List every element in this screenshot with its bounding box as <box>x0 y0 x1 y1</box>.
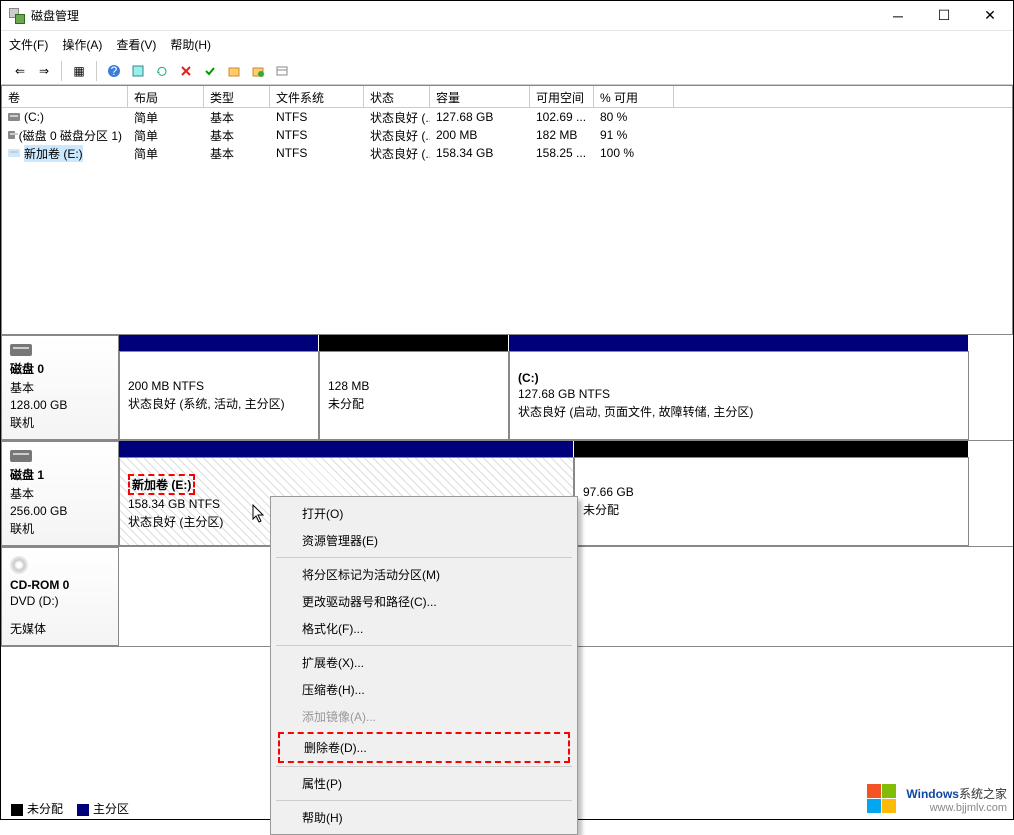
folder2-button[interactable] <box>247 60 269 82</box>
view-button[interactable]: ▦ <box>68 60 90 82</box>
col-type[interactable]: 类型 <box>204 86 270 108</box>
partition-box[interactable]: (C:)127.68 GB NTFS状态良好 (启动, 页面文件, 故障转储, … <box>509 351 969 440</box>
volume-icon <box>8 113 20 121</box>
list-button[interactable] <box>271 60 293 82</box>
refresh-button[interactable] <box>151 60 173 82</box>
back-button[interactable]: ⇐ <box>9 60 31 82</box>
col-free[interactable]: 可用空间 <box>530 86 594 108</box>
legend-primary-swatch <box>77 804 89 816</box>
volume-icon <box>8 149 20 157</box>
context-menu-item[interactable]: 更改驱动器号和路径(C)... <box>274 588 574 615</box>
window-title: 磁盘管理 <box>31 7 875 24</box>
forward-button[interactable]: ⇒ <box>33 60 55 82</box>
menu-file[interactable]: 文件(F) <box>9 36 48 53</box>
partition-box[interactable]: 200 MB NTFS状态良好 (系统, 活动, 主分区) <box>119 351 319 440</box>
table-header: 卷 布局 类型 文件系统 状态 容量 可用空间 % 可用 <box>2 86 1012 108</box>
toolbar: ⇐ ⇒ ▦ ? <box>1 57 1013 85</box>
table-row[interactable]: (C:) 简单 基本 NTFS 状态良好 (... 127.68 GB 102.… <box>2 108 1012 126</box>
watermark: Windows系统之家 www.bjjmlv.com <box>864 781 1007 817</box>
table-body: (C:) 简单 基本 NTFS 状态良好 (... 127.68 GB 102.… <box>2 108 1012 334</box>
disk-label[interactable]: 磁盘 1 基本 256.00 GB 联机 <box>1 441 119 546</box>
table-row[interactable]: 新加卷 (E:) 简单 基本 NTFS 状态良好 (... 158.34 GB … <box>2 144 1012 162</box>
legend-unalloc-label: 未分配 <box>27 802 63 816</box>
context-menu-item[interactable]: 扩展卷(X)... <box>274 649 574 676</box>
legend-unalloc-swatch <box>11 804 23 816</box>
folder-button[interactable] <box>223 60 245 82</box>
partition-box[interactable]: 97.66 GB未分配 <box>574 457 969 546</box>
col-fs[interactable]: 文件系统 <box>270 86 364 108</box>
col-volume[interactable]: 卷 <box>2 86 128 108</box>
dvd-icon <box>10 556 28 574</box>
volume-icon <box>8 131 15 139</box>
props-button[interactable] <box>127 60 149 82</box>
disk-icon <box>10 344 32 356</box>
menu-action[interactable]: 操作(A) <box>62 36 102 53</box>
close-button[interactable]: ✕ <box>967 1 1013 31</box>
context-menu-item[interactable]: 压缩卷(H)... <box>274 676 574 703</box>
table-row[interactable]: (磁盘 0 磁盘分区 1) 简单 基本 NTFS 状态良好 (... 200 M… <box>2 126 1012 144</box>
watermark-suffix: 系统之家 <box>959 787 1007 801</box>
watermark-brand: Windows <box>906 787 959 801</box>
context-menu: 打开(O)资源管理器(E) 将分区标记为活动分区(M)更改驱动器号和路径(C)..… <box>270 496 578 835</box>
col-capacity[interactable]: 容量 <box>430 86 530 108</box>
disk-label[interactable]: 磁盘 0 基本 128.00 GB 联机 <box>1 335 119 440</box>
svg-text:?: ? <box>111 64 118 78</box>
menu-view[interactable]: 查看(V) <box>116 36 156 53</box>
partition-box[interactable]: 128 MB未分配 <box>319 351 509 440</box>
col-layout[interactable]: 布局 <box>128 86 204 108</box>
titlebar: 磁盘管理 ─ ☐ ✕ <box>1 1 1013 31</box>
disk-mgmt-icon <box>9 8 25 24</box>
context-menu-item[interactable]: 属性(P) <box>274 770 574 797</box>
disk-label[interactable]: CD-ROM 0 DVD (D:) 无媒体 <box>1 547 119 646</box>
col-pct[interactable]: % 可用 <box>594 86 674 108</box>
help-icon[interactable]: ? <box>103 60 125 82</box>
col-status[interactable]: 状态 <box>364 86 430 108</box>
context-menu-item[interactable]: 帮助(H) <box>274 804 574 831</box>
watermark-url: www.bjjmlv.com <box>906 802 1007 814</box>
context-menu-item[interactable]: 打开(O) <box>274 500 574 527</box>
context-menu-item[interactable]: 资源管理器(E) <box>274 527 574 554</box>
windows-logo-icon <box>864 781 900 817</box>
context-menu-item: 添加镜像(A)... <box>274 703 574 730</box>
minimize-button[interactable]: ─ <box>875 1 921 31</box>
delete-button[interactable] <box>175 60 197 82</box>
disk-row: 磁盘 0 基本 128.00 GB 联机 200 MB NTFS状态良好 (系统… <box>1 335 1013 441</box>
maximize-button[interactable]: ☐ <box>921 1 967 31</box>
context-menu-item[interactable]: 将分区标记为活动分区(M) <box>274 561 574 588</box>
legend: 未分配 主分区 <box>11 800 129 817</box>
disk-icon <box>10 450 32 462</box>
context-menu-item[interactable]: 格式化(F)... <box>274 615 574 642</box>
context-menu-item[interactable]: 删除卷(D)... <box>278 732 570 763</box>
check-button[interactable] <box>199 60 221 82</box>
volume-list: 卷 布局 类型 文件系统 状态 容量 可用空间 % 可用 (C:) 简单 基本 … <box>1 85 1013 335</box>
legend-primary-label: 主分区 <box>93 802 129 816</box>
menu-help[interactable]: 帮助(H) <box>170 36 211 53</box>
menubar: 文件(F) 操作(A) 查看(V) 帮助(H) <box>1 31 1013 57</box>
